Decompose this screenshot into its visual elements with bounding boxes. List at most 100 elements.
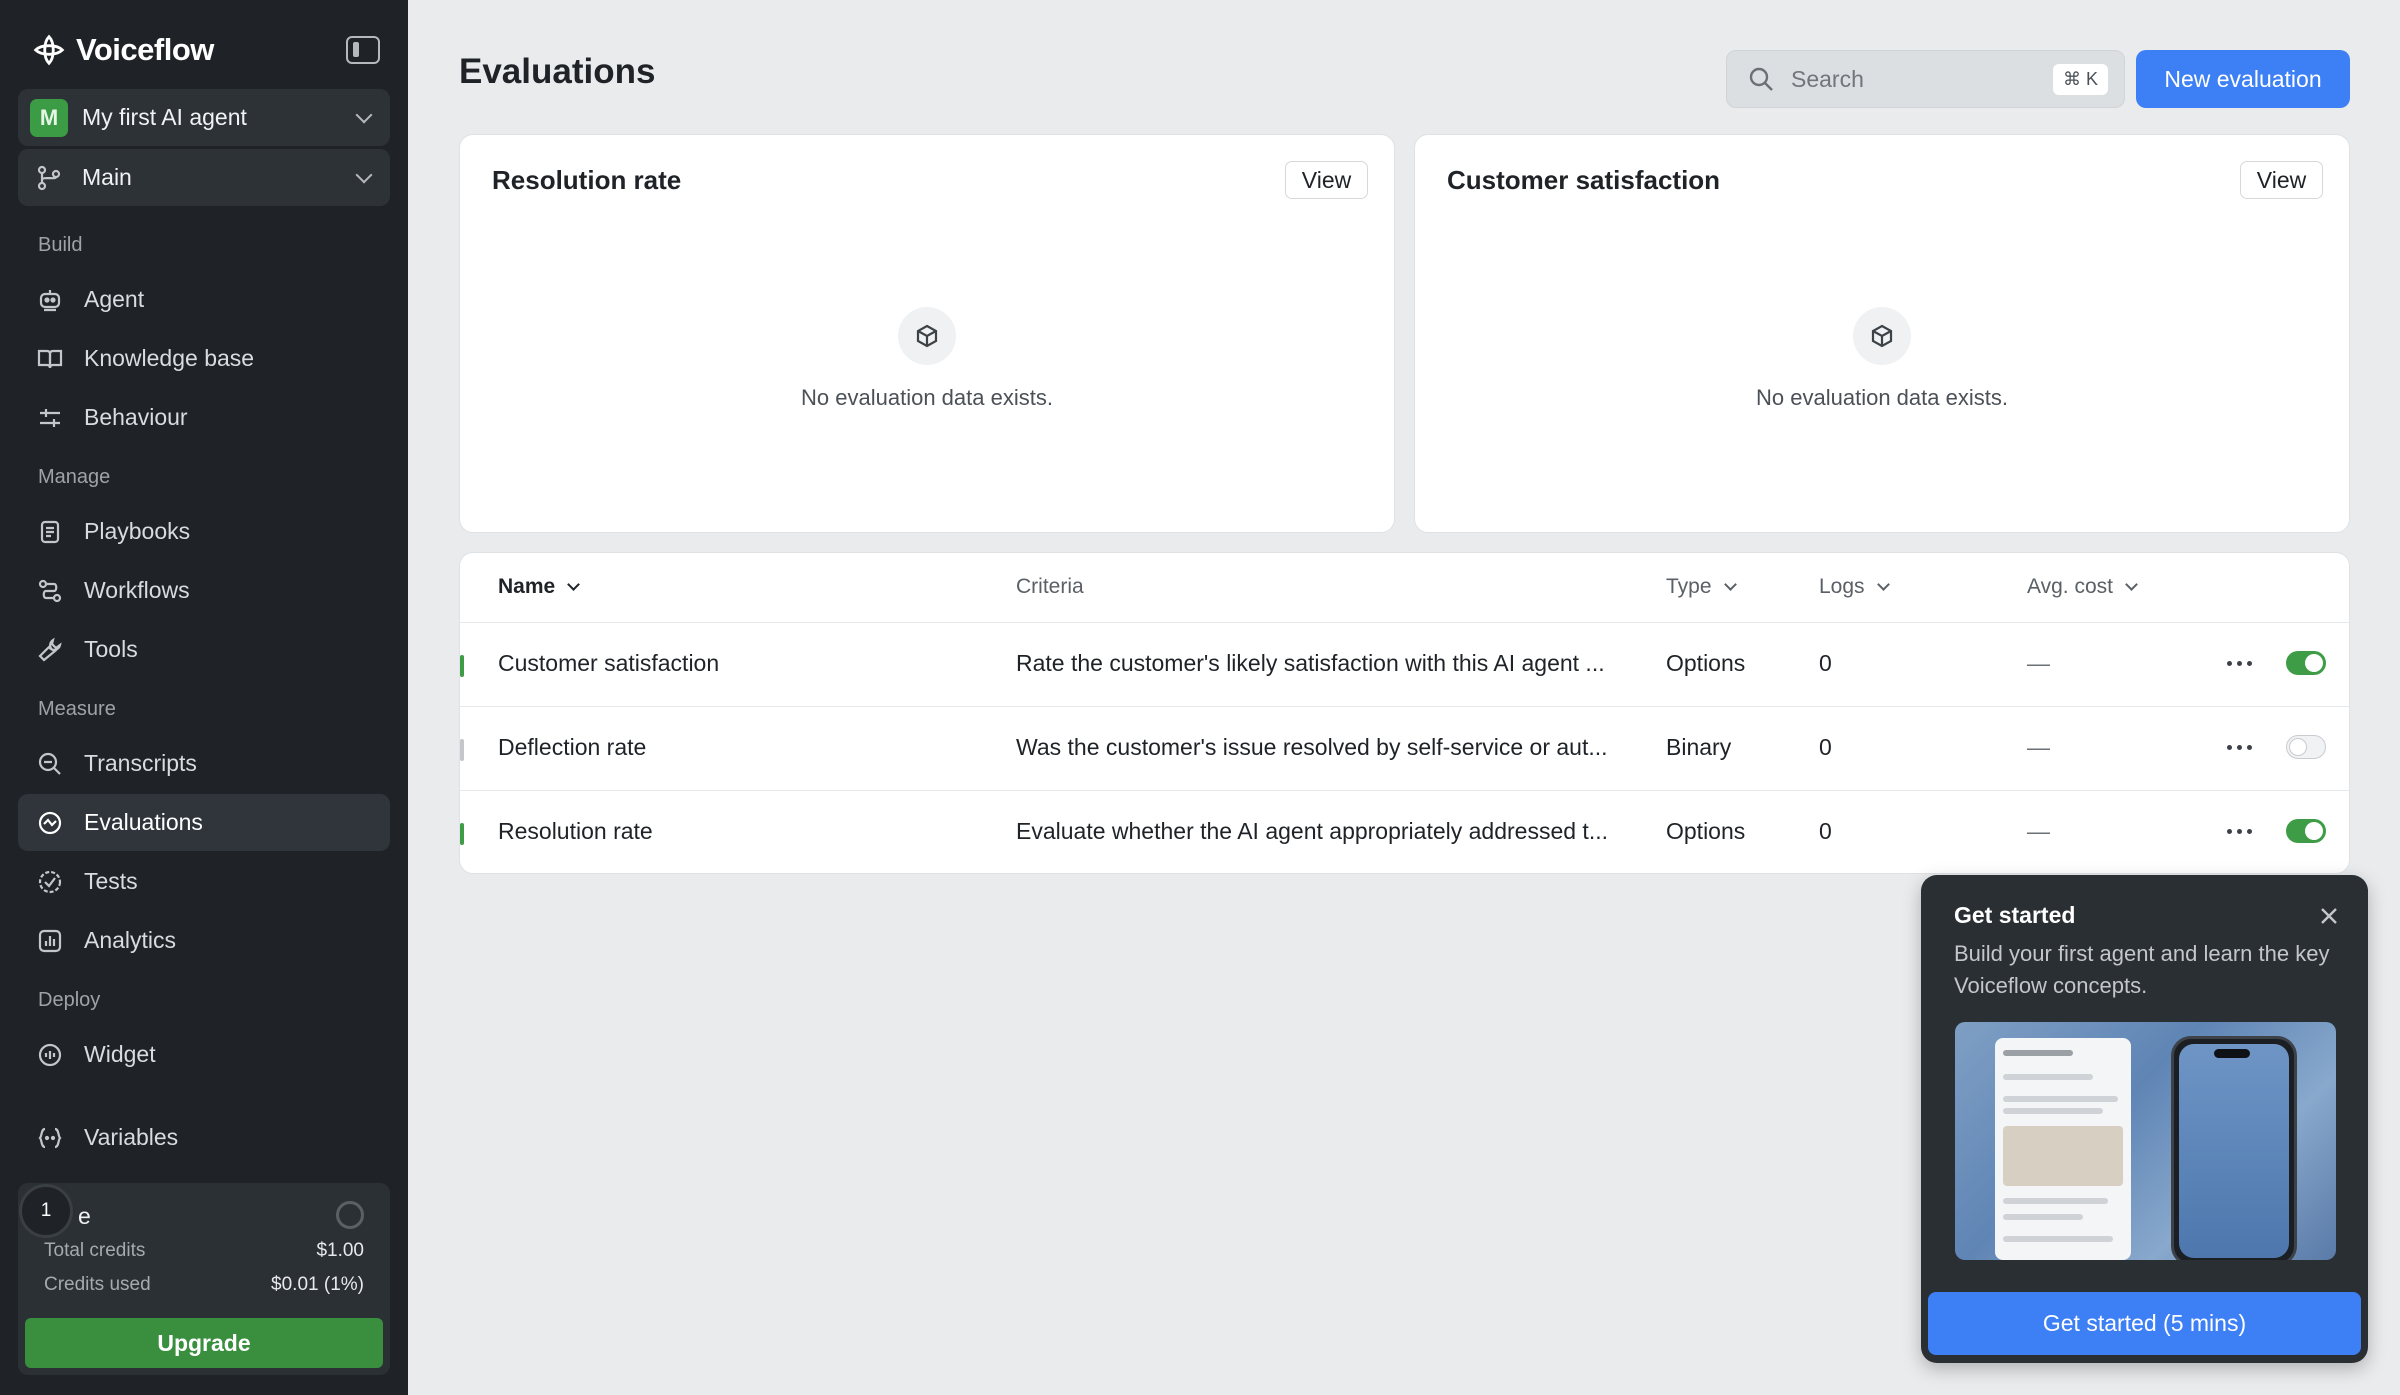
agent-name: My first AI agent <box>82 104 247 130</box>
chevron-down-icon <box>1723 578 1737 591</box>
nav-label: Evaluations <box>84 809 203 835</box>
view-button[interactable]: View <box>1285 161 1368 199</box>
row-avg-cost: — <box>2027 650 2050 676</box>
nav-item-behaviour[interactable]: Behaviour <box>18 389 390 446</box>
total-credits-label: Total credits <box>44 1240 146 1261</box>
row-logs: 0 <box>1819 818 1832 844</box>
row-name: Deflection rate <box>498 734 647 760</box>
nav-item-analytics[interactable]: Analytics <box>18 912 390 969</box>
sidebar: Voiceflow M My first AI agent Main Build… <box>0 0 408 1395</box>
nav-item-tools[interactable]: Tools <box>18 621 390 678</box>
enabled-toggle[interactable] <box>2286 735 2326 759</box>
nav-item-agent[interactable]: Agent <box>18 271 390 328</box>
nav-label: Behaviour <box>84 404 188 430</box>
variables-icon <box>36 1124 64 1152</box>
column-name[interactable]: Name <box>498 575 581 599</box>
chevron-down-icon <box>2125 578 2138 591</box>
get-started-button[interactable]: Get started (5 mins) <box>1928 1292 2361 1355</box>
customer-satisfaction-card: Customer satisfaction View No evaluation… <box>1414 134 2350 533</box>
get-started-title: Get started <box>1954 902 2076 928</box>
nav-item-variables[interactable]: Variables <box>18 1109 390 1166</box>
row-avg-cost: — <box>2027 818 2050 844</box>
table-header: Name Criteria Type Logs Avg. cost <box>460 553 2349 623</box>
get-started-preview-image <box>1955 1022 2336 1260</box>
cube-icon <box>898 307 956 365</box>
status-indicator <box>460 823 464 845</box>
enabled-toggle[interactable] <box>2286 651 2326 675</box>
nav-label: Transcripts <box>84 750 197 776</box>
keyboard-shortcut: ⌘ K <box>2052 64 2108 95</box>
agent-avatar: M <box>30 98 68 137</box>
more-options-icon[interactable] <box>2227 661 2252 666</box>
agent-selector[interactable]: M My first AI agent <box>18 89 390 146</box>
credits-used-label: Credits used <box>44 1274 151 1295</box>
voiceflow-logo-icon <box>33 34 65 66</box>
evaluations-icon <box>36 809 64 837</box>
branch-selector[interactable]: Main <box>18 149 390 206</box>
nav-item-playbooks[interactable]: Playbooks <box>18 503 390 560</box>
workflow-icon <box>36 577 64 605</box>
row-type: Binary <box>1666 734 1732 760</box>
more-options-icon[interactable] <box>2227 745 2252 750</box>
nav-item-tests[interactable]: Tests <box>18 853 390 910</box>
loading-spinner-icon <box>336 1201 364 1229</box>
evaluations-table: Name Criteria Type Logs Avg. cost Custom… <box>459 552 2350 874</box>
cube-icon <box>1853 307 1911 365</box>
enabled-toggle[interactable] <box>2286 819 2326 843</box>
nav-label: Analytics <box>84 927 177 953</box>
analytics-icon <box>36 927 64 955</box>
new-evaluation-button[interactable]: New evaluation <box>2136 50 2350 108</box>
row-criteria: Evaluate whether the AI agent appropriat… <box>1016 818 1608 844</box>
column-label: Logs <box>1819 575 1865 598</box>
nav-label: Variables <box>84 1124 179 1150</box>
check-circle-icon <box>36 868 64 896</box>
table-row[interactable]: Customer satisfaction Rate the customer'… <box>460 623 2349 707</box>
status-indicator <box>460 739 464 761</box>
column-criteria: Criteria <box>1016 575 1084 599</box>
resolution-rate-card: Resolution rate View No evaluation data … <box>459 134 1395 533</box>
brand-name: Voiceflow <box>76 32 214 67</box>
upgrade-button[interactable]: Upgrade <box>25 1318 383 1368</box>
brand[interactable]: Voiceflow <box>30 30 214 70</box>
view-button[interactable]: View <box>2240 161 2323 199</box>
nav-label: Agent <box>84 286 145 312</box>
search-input[interactable]: Search ⌘ K <box>1726 50 2125 108</box>
nav-item-workflows[interactable]: Workflows <box>18 562 390 619</box>
sliders-icon <box>36 404 64 432</box>
close-icon[interactable] <box>2318 905 2340 927</box>
chevron-down-icon <box>567 578 581 591</box>
column-avg-cost[interactable]: Avg. cost <box>2027 575 2138 599</box>
section-manage: Manage <box>38 466 111 488</box>
row-type: Options <box>1666 818 1746 844</box>
row-criteria: Rate the customer's likely satisfaction … <box>1016 650 1605 676</box>
nav-label: Tests <box>84 868 138 894</box>
nav-item-knowledge-base[interactable]: Knowledge base <box>18 330 390 387</box>
nav-item-evaluations[interactable]: Evaluations <box>18 794 390 851</box>
credits-heading: e <box>78 1203 91 1229</box>
card-title: Resolution rate <box>492 165 682 195</box>
nav-item-widget[interactable]: Widget <box>18 1026 390 1083</box>
nav-item-transcripts[interactable]: Transcripts <box>18 735 390 792</box>
playbook-icon <box>36 518 64 546</box>
column-label: Avg. cost <box>2027 575 2113 598</box>
robot-icon <box>36 286 64 314</box>
row-name: Customer satisfaction <box>498 650 720 676</box>
section-deploy: Deploy <box>38 989 101 1011</box>
credits-panel: e Total credits $1.00 Credits used $0.01… <box>18 1183 390 1375</box>
step-badge[interactable]: 1 <box>19 1184 73 1238</box>
table-row[interactable]: Deflection rate Was the customer's issue… <box>460 707 2349 791</box>
table-row[interactable]: Resolution rate Evaluate whether the AI … <box>460 791 2349 873</box>
page-title: Evaluations <box>459 52 656 91</box>
column-logs[interactable]: Logs <box>1819 575 1890 599</box>
section-measure: Measure <box>38 698 116 720</box>
widget-icon <box>36 1041 64 1069</box>
column-label: Type <box>1666 575 1712 598</box>
toggle-knob <box>2305 822 2323 840</box>
more-options-icon[interactable] <box>2227 829 2252 834</box>
column-type[interactable]: Type <box>1666 575 1737 599</box>
book-icon <box>36 345 64 373</box>
nav-label: Tools <box>84 636 138 662</box>
collapse-sidebar-icon[interactable] <box>346 36 380 64</box>
total-credits-row: Total credits $1.00 <box>44 1240 364 1262</box>
card-title: Customer satisfaction <box>1447 165 1721 195</box>
